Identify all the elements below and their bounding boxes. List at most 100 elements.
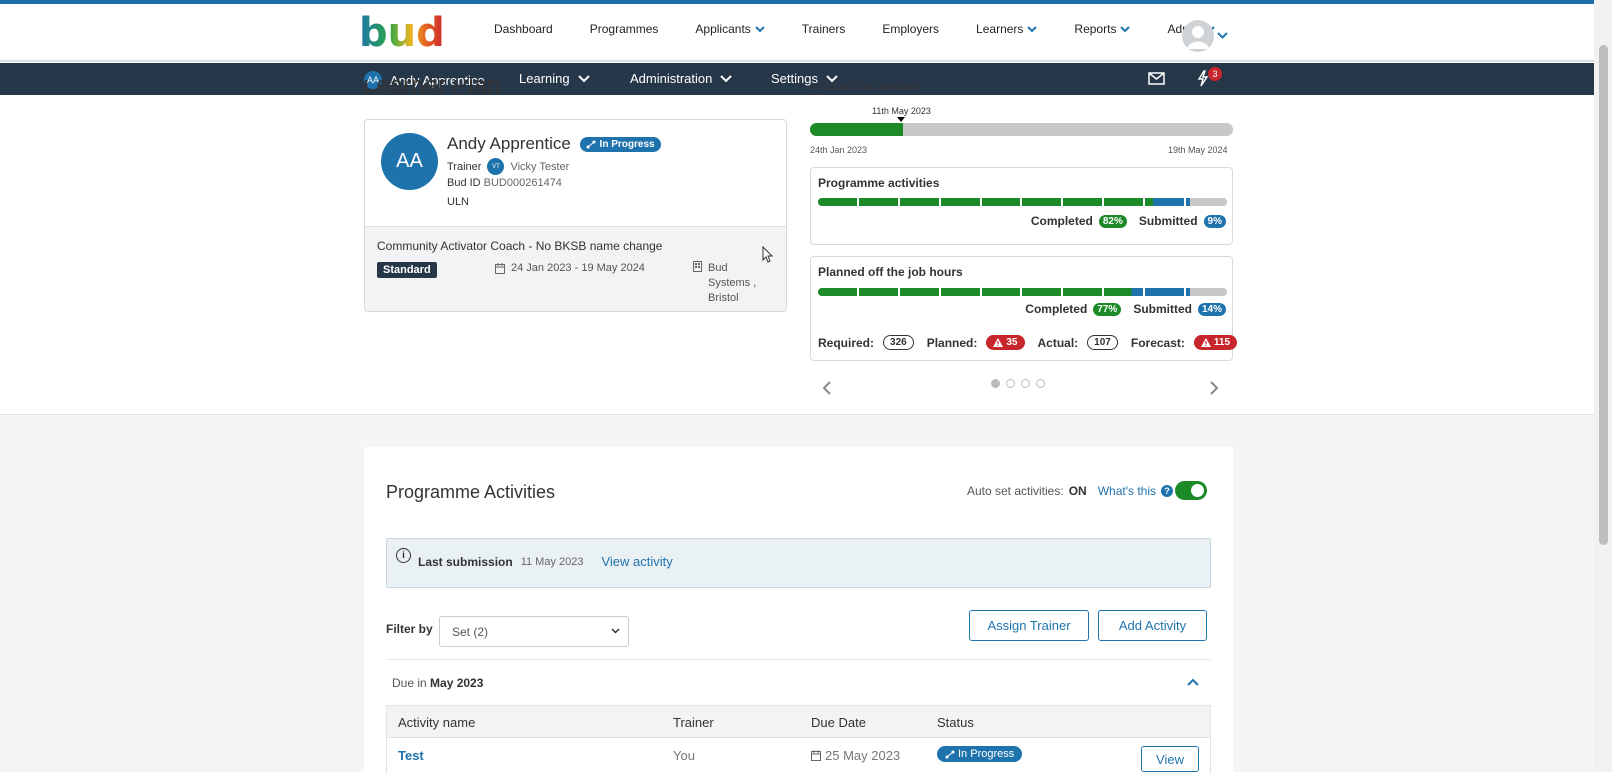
progress-segment: [1186, 288, 1227, 296]
employer: Bud Systems , Bristol: [693, 261, 773, 306]
nav-applicants[interactable]: Applicants: [695, 22, 765, 36]
progress-segment: [1063, 198, 1105, 206]
programme-name: Community Activator Coach - No BKSB name…: [377, 239, 663, 253]
nav-trainers[interactable]: Trainers: [802, 22, 846, 36]
chevron-down-icon[interactable]: [1217, 32, 1228, 39]
nav-label: Employers: [882, 22, 940, 36]
help-icon[interactable]: ?: [1161, 485, 1173, 497]
view-activity-link[interactable]: View activity: [601, 554, 672, 569]
column-due-date: Due Date: [811, 715, 866, 730]
otj-hours-legend: Completed 77% Submitted 14%: [1025, 302, 1226, 316]
chevron-up-icon[interactable]: [1187, 678, 1199, 686]
filter-label: Filter by: [386, 622, 433, 636]
programme-duration-title: Programme duration: [810, 83, 920, 92]
chevron-down-icon: [1120, 25, 1131, 32]
subnav-learning[interactable]: Learning: [519, 71, 590, 86]
forecast-value: 115: [1193, 335, 1238, 350]
subnav-administration[interactable]: Administration: [630, 71, 733, 86]
programme-duration-fill: [810, 123, 904, 136]
activity-name-link[interactable]: Test: [398, 748, 424, 763]
activities-table-header: Activity name Trainer Due Date Status: [386, 705, 1211, 738]
actual-value: 107: [1087, 335, 1118, 350]
chevron-left-icon[interactable]: [822, 380, 832, 396]
chevron-down-icon: [577, 74, 590, 82]
progress-segment: [1145, 288, 1187, 296]
last-submission-banner: i Last submission 11 May 2023 View activ…: [386, 538, 1211, 588]
calendar-icon: [811, 750, 821, 761]
planned-label: Planned:: [926, 335, 978, 350]
nav-label: Dashboard: [494, 22, 553, 36]
carousel-dot[interactable]: [1006, 379, 1015, 388]
due-group-header[interactable]: Due in May 2023: [386, 659, 1211, 704]
building-icon: [693, 261, 702, 272]
activity-due-date-text: 25 May 2023: [825, 748, 901, 763]
nav-label: Reports: [1074, 22, 1117, 36]
otj-hours-card: Planned off the job hours Completed 77% …: [810, 256, 1238, 361]
carousel-dot[interactable]: [1021, 379, 1030, 388]
whats-this-link[interactable]: What's this: [1098, 484, 1156, 498]
column-trainer: Trainer: [673, 715, 714, 730]
learner-name-row: Andy Apprentice In Progress: [447, 134, 661, 154]
learner-subnav: AA Andy Apprentice Learning Administrati…: [0, 63, 1594, 95]
notification-count-badge: 3: [1208, 67, 1222, 81]
forecast-label: Forecast:: [1130, 335, 1185, 350]
carousel-dot[interactable]: [991, 379, 1000, 388]
auto-set-toggle[interactable]: [1175, 481, 1207, 500]
nav-programmes[interactable]: Programmes: [590, 22, 659, 36]
assign-trainer-button[interactable]: Assign Trainer: [969, 610, 1089, 641]
bud-id-label: Bud ID: [447, 177, 481, 189]
filter-select[interactable]: Set (2): [439, 616, 629, 647]
nav-dashboard[interactable]: Dashboard: [494, 22, 553, 36]
nav-label: Trainers: [801, 22, 846, 36]
programme-dates: 24 Jan 2023 - 19 May 2024: [495, 262, 645, 274]
nav-label: Programmes: [589, 22, 659, 36]
progress-segment: [1063, 288, 1105, 296]
chevron-down-icon: [755, 25, 765, 32]
programme-type-badge: Standard: [377, 262, 437, 278]
nav-reports[interactable]: Reports: [1074, 22, 1131, 36]
scrollbar-thumb[interactable]: [1599, 45, 1608, 545]
last-submission-text: Last submission 11 May 2023 View activit…: [418, 554, 673, 569]
actual-label: Actual:: [1037, 335, 1079, 350]
bud-id-value: BUD000261474: [483, 177, 562, 189]
view-button[interactable]: View: [1141, 746, 1199, 772]
calendar-icon: [495, 262, 505, 274]
user-avatar[interactable]: [1182, 20, 1214, 52]
otj-hours-card-title: Planned off the job hours: [818, 265, 963, 279]
completed-label: Completed: [1025, 302, 1088, 316]
status-badge-label: In Progress: [599, 139, 655, 151]
programme-section: Community Activator Coach - No BKSB name…: [365, 226, 786, 311]
bud-logo[interactable]: bud: [357, 12, 443, 54]
submitted-label: Submitted: [1133, 302, 1192, 316]
carousel-dot[interactable]: [1036, 379, 1045, 388]
warning-icon: [1200, 338, 1211, 347]
current-date-marker-icon: [897, 117, 905, 122]
trainer-label: Trainer: [447, 160, 482, 173]
learner-avatar: AA: [381, 133, 438, 190]
toggle-knob: [1191, 484, 1204, 497]
programme-activities-legend: Completed 82% Submitted 9%: [1031, 214, 1226, 228]
progress-segment: [858, 198, 900, 206]
employer-line-3: Bristol: [708, 292, 739, 304]
activity-status: In Progress: [937, 746, 1023, 762]
subnav-administration-label: Administration: [630, 71, 713, 86]
auto-set-value: ON: [1068, 484, 1087, 498]
progress-icon: [586, 140, 596, 149]
carousel-dots: [991, 379, 1045, 388]
trainer-row: Trainer VT Vicky Tester: [447, 158, 569, 175]
progress-segment: [1022, 198, 1064, 206]
programme-activities-card-title: Programme activities: [818, 176, 940, 190]
mail-icon[interactable]: [1148, 72, 1165, 85]
progress-segment: [858, 288, 900, 296]
required-label: Required:: [818, 335, 875, 350]
top-navigation-bar: bud Dashboard Programmes Applicants Trainer…: [0, 4, 1594, 62]
chevron-down-icon: [720, 74, 733, 82]
nav-employers[interactable]: Employers: [882, 22, 939, 36]
trainer-avatar: VT: [487, 158, 505, 175]
nav-learners[interactable]: Learners: [976, 22, 1038, 36]
add-activity-button[interactable]: Add Activity: [1098, 610, 1207, 641]
chevron-right-icon[interactable]: [1209, 380, 1219, 396]
planned-value-text: 35: [1006, 337, 1018, 348]
filter-select-value: Set (2): [452, 625, 489, 639]
progress-segment: [981, 288, 1023, 296]
